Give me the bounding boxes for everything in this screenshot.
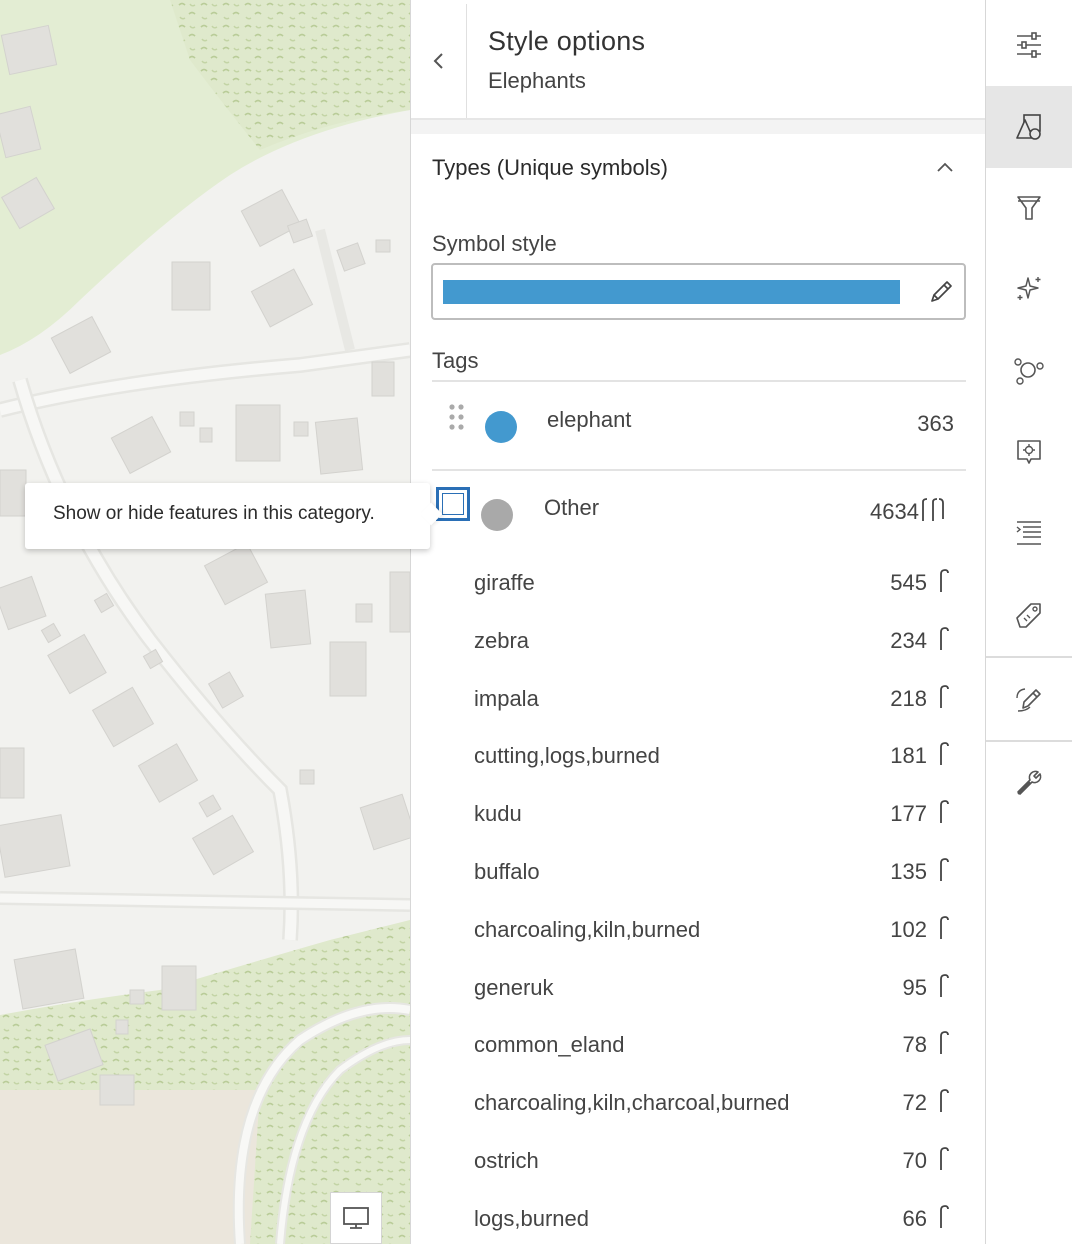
styles-icon <box>1016 114 1041 140</box>
list-item-name: giraffe <box>474 570 535 595</box>
list-item-name: charcoaling,kiln,charcoal,burned <box>474 1090 790 1115</box>
list-item-name: zebra <box>474 628 530 653</box>
tag-row-divider <box>432 469 966 471</box>
filter-icon <box>1017 196 1041 220</box>
show-hide-category-checkbox[interactable] <box>436 487 470 521</box>
move-to-tags-icon[interactable] <box>935 857 951 883</box>
move-to-tags-icon[interactable] <box>935 1088 951 1114</box>
section-title[interactable]: Types (Unique symbols) <box>432 155 668 181</box>
tool-labels[interactable] <box>986 574 1072 656</box>
list-item-count: 545 <box>890 570 927 595</box>
chevron-up-icon[interactable] <box>933 156 957 180</box>
list-item-count: 181 <box>890 743 927 768</box>
move-all-up-icon[interactable] <box>919 497 947 525</box>
list-item-count: 102 <box>890 917 927 942</box>
move-to-tags-icon[interactable] <box>935 741 951 767</box>
effects-sparkle-icon <box>1017 277 1041 300</box>
fullscreen-toggle-button[interactable] <box>330 1192 382 1244</box>
list-item-count: 218 <box>890 686 927 711</box>
back-button[interactable] <box>411 4 467 118</box>
list-item-name: ostrich <box>474 1148 539 1173</box>
symbol-style-label: Symbol style <box>432 231 557 256</box>
list-item-count: 177 <box>890 801 927 826</box>
tool-configure[interactable] <box>986 742 1072 824</box>
list-item-name: common_eland <box>474 1032 625 1057</box>
tooltip: Show or hide features in this category. <box>25 483 430 549</box>
list-item-count: 135 <box>890 859 927 884</box>
move-to-tags-icon[interactable] <box>935 1204 951 1230</box>
tool-sketch[interactable] <box>986 658 1072 740</box>
tool-clustering[interactable] <box>986 330 1072 412</box>
labels-tag-icon <box>1016 603 1041 628</box>
tool-effects[interactable] <box>986 248 1072 330</box>
tag-name-other: Other <box>544 495 600 520</box>
list-item-name: logs,burned <box>474 1206 589 1231</box>
tags-divider <box>432 380 966 382</box>
tag-count-other: 4634 <box>870 499 919 524</box>
list-item-name: kudu <box>474 801 522 826</box>
pencil-icon <box>931 281 952 302</box>
move-to-tags-icon[interactable] <box>935 973 951 999</box>
tooltip-text: Show or hide features in this category. <box>53 503 375 524</box>
color-ramp[interactable] <box>443 280 900 304</box>
elephant-symbol-swatch[interactable] <box>485 411 517 443</box>
chevron-left-icon <box>433 53 443 69</box>
list-item-name: charcoaling,kiln,burned <box>474 917 701 942</box>
list-item-count: 95 <box>902 975 927 1000</box>
list-item-name: generuk <box>474 975 554 1000</box>
right-toolbar <box>986 0 1072 1244</box>
move-to-tags-icon[interactable] <box>935 626 951 652</box>
tool-properties[interactable] <box>986 4 1072 86</box>
other-symbol-swatch[interactable] <box>481 499 513 531</box>
edit-symbol-button[interactable] <box>926 277 956 307</box>
list-item-count: 72 <box>902 1090 927 1115</box>
move-to-tags-icon[interactable] <box>935 1146 951 1172</box>
move-to-tags-icon[interactable] <box>935 568 951 594</box>
tool-popups[interactable] <box>986 411 1072 493</box>
list-item-count: 234 <box>890 628 927 653</box>
style-options-panel: Style options Elephants Types (Unique sy… <box>410 0 986 1244</box>
panel-header: Style options Elephants <box>411 0 985 120</box>
panel-title: Style options <box>488 26 646 56</box>
panel-subtitle: Elephants <box>488 68 586 93</box>
list-item-count: 78 <box>902 1032 927 1057</box>
list-item-name: buffalo <box>474 859 540 884</box>
tool-fields[interactable] <box>986 492 1072 574</box>
tag-name-elephant: elephant <box>547 407 632 432</box>
tool-filter[interactable] <box>986 167 1072 249</box>
basemap <box>0 0 410 1244</box>
move-to-tags-icon[interactable] <box>935 915 951 941</box>
symbol-style-picker[interactable] <box>431 263 966 320</box>
sliders-icon <box>1017 32 1041 58</box>
popup-config-icon <box>1017 440 1041 464</box>
map-view[interactable] <box>0 0 410 1244</box>
header-separator <box>411 120 985 134</box>
move-to-tags-icon[interactable] <box>935 799 951 825</box>
wrench-icon <box>1017 770 1042 795</box>
move-to-tags-icon[interactable] <box>935 1030 951 1056</box>
tag-count-elephant: 363 <box>917 411 954 436</box>
list-item-name: cutting,logs,burned <box>474 743 660 768</box>
move-to-tags-icon[interactable] <box>935 684 951 710</box>
tags-label: Tags <box>432 348 479 373</box>
tool-styles[interactable] <box>986 86 1072 168</box>
list-item-count: 66 <box>902 1206 927 1231</box>
clustering-icon <box>1014 358 1044 385</box>
list-item-count: 70 <box>902 1148 927 1173</box>
monitor-icon <box>343 1207 369 1229</box>
sketch-pencil-icon <box>1016 688 1041 712</box>
list-item-name: impala <box>474 686 539 711</box>
drag-handle-icon[interactable] <box>447 403 467 433</box>
fields-list-icon <box>1016 521 1041 545</box>
